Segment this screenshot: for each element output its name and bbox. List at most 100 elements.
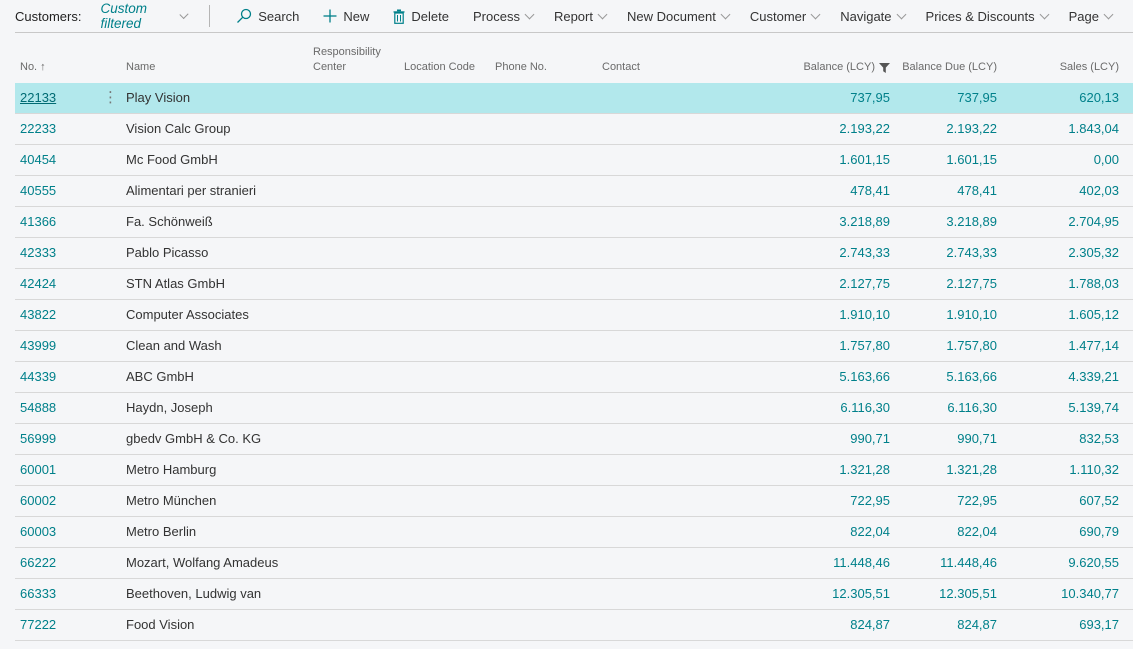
table-row[interactable]: 60001 Metro Hamburg 1.321,28 1.321,28 1.110,… — [15, 455, 1133, 486]
balance-value[interactable]: 12.305,51 — [832, 579, 890, 609]
customer-no-link[interactable]: 60002 — [20, 486, 56, 516]
sales-value[interactable]: 4.339,21 — [1068, 362, 1119, 392]
column-header-balance-due[interactable]: Balance Due (LCY) — [902, 60, 997, 75]
table-row[interactable]: 60003 Metro Berlin 822,04 822,04 690,79 — [15, 517, 1133, 548]
table-row[interactable]: 66222 Mozart, Wolfang Amadeus 11.448,46 11.… — [15, 548, 1133, 579]
balance-value[interactable]: 1.321,28 — [839, 455, 890, 485]
sales-value[interactable]: 5.139,74 — [1068, 393, 1119, 423]
column-header-no[interactable]: No. ↑ — [20, 60, 46, 75]
customer-no-link[interactable]: 40454 — [20, 145, 56, 175]
sales-value[interactable]: 1.605,12 — [1068, 300, 1119, 330]
sales-value[interactable]: 1.110,32 — [1069, 455, 1119, 485]
balance-due-value[interactable]: 11.448,46 — [940, 548, 997, 578]
sales-value[interactable]: 693,17 — [1079, 610, 1119, 640]
table-row[interactable]: 40454 Mc Food GmbH 1.601,15 1.601,15 0,00 — [15, 145, 1133, 176]
balance-value[interactable]: 2.193,22 — [839, 114, 890, 144]
view-selector[interactable]: Custom filtered — [100, 1, 189, 31]
customer-no-link[interactable]: 22133 — [20, 83, 56, 113]
column-header-location-code[interactable]: Location Code — [404, 60, 475, 75]
balance-due-value[interactable]: 722,95 — [957, 486, 997, 516]
table-row[interactable]: 66333 Beethoven, Ludwig van 12.305,51 12.30… — [15, 579, 1133, 610]
column-header-sales[interactable]: Sales (LCY) — [1060, 60, 1119, 75]
sales-value[interactable]: 0,00 — [1094, 145, 1119, 175]
menu-customer[interactable]: Customer — [750, 9, 821, 24]
customer-no-link[interactable]: 43999 — [20, 331, 56, 361]
balance-due-value[interactable]: 478,41 — [957, 176, 997, 206]
customer-no-link[interactable]: 66222 — [20, 548, 56, 578]
customer-no-link[interactable]: 66333 — [20, 579, 56, 609]
balance-value[interactable]: 478,41 — [850, 176, 890, 206]
balance-value[interactable]: 1.757,80 — [839, 331, 890, 361]
new-button[interactable]: New — [323, 9, 369, 24]
balance-value[interactable]: 11.448,46 — [833, 548, 890, 578]
sales-value[interactable]: 10.340,77 — [1061, 579, 1119, 609]
customer-no-link[interactable]: 44339 — [20, 362, 56, 392]
balance-due-value[interactable]: 824,87 — [957, 610, 997, 640]
balance-due-value[interactable]: 2.743,33 — [946, 238, 997, 268]
balance-due-value[interactable]: 1.321,28 — [946, 455, 997, 485]
balance-value[interactable]: 722,95 — [850, 486, 890, 516]
table-row[interactable]: 22233 Vision Calc Group 2.193,22 2.193,22 1.… — [15, 114, 1133, 145]
balance-due-value[interactable]: 5.163,66 — [946, 362, 997, 392]
customer-no-link[interactable]: 54888 — [20, 393, 56, 423]
table-row[interactable]: 56999 gbedv GmbH & Co. KG 990,71 990,71 832,… — [15, 424, 1133, 455]
customer-no-link[interactable]: 41366 — [20, 207, 56, 237]
balance-value[interactable]: 2.743,33 — [839, 238, 890, 268]
balance-due-value[interactable]: 1.601,15 — [946, 145, 997, 175]
column-header-phone-no[interactable]: Phone No. — [495, 60, 547, 75]
column-header-name[interactable]: Name — [126, 60, 155, 75]
table-row[interactable]: 54888 Haydn, Joseph 6.116,30 6.116,30 5.139,… — [15, 393, 1133, 424]
balance-due-value[interactable]: 1.910,10 — [946, 300, 997, 330]
customer-no-link[interactable]: 42333 — [20, 238, 56, 268]
sales-value[interactable]: 2.704,95 — [1068, 207, 1119, 237]
table-row[interactable]: 41366 Fa. Schönweiß 3.218,89 3.218,89 2.704,… — [15, 207, 1133, 238]
sales-value[interactable]: 832,53 — [1079, 424, 1119, 454]
balance-due-value[interactable]: 3.218,89 — [946, 207, 997, 237]
sales-value[interactable]: 1.477,14 — [1068, 331, 1119, 361]
customer-no-link[interactable]: 77222 — [20, 610, 56, 640]
balance-value[interactable]: 5.163,66 — [839, 362, 890, 392]
balance-value[interactable]: 1.910,10 — [839, 300, 890, 330]
delete-button[interactable]: Delete — [393, 9, 449, 24]
column-header-balance[interactable]: Balance (LCY) — [803, 60, 890, 75]
table-row[interactable]: 42424 STN Atlas GmbH 2.127,75 2.127,75 1.788… — [15, 269, 1133, 300]
customer-no-link[interactable]: 22233 — [20, 114, 56, 144]
balance-due-value[interactable]: 822,04 — [957, 517, 997, 547]
balance-due-value[interactable]: 2.127,75 — [946, 269, 997, 299]
sales-value[interactable]: 690,79 — [1079, 517, 1119, 547]
sales-value[interactable]: 1.788,03 — [1068, 269, 1119, 299]
balance-due-value[interactable]: 6.116,30 — [947, 393, 997, 423]
table-row[interactable]: 43999 Clean and Wash 1.757,80 1.757,80 1.477… — [15, 331, 1133, 362]
balance-value[interactable]: 990,71 — [850, 424, 890, 454]
column-header-contact[interactable]: Contact — [602, 60, 640, 75]
search-button[interactable]: Search — [236, 8, 299, 24]
column-header-responsibility-center[interactable]: Responsibility Center — [313, 45, 381, 75]
table-row[interactable]: 77222 Food Vision 824,87 824,87 693,17 — [15, 610, 1133, 641]
sales-value[interactable]: 1.843,04 — [1068, 114, 1119, 144]
customer-no-link[interactable]: 40555 — [20, 176, 56, 206]
sales-value[interactable]: 2.305,32 — [1068, 238, 1119, 268]
menu-navigate[interactable]: Navigate — [840, 9, 906, 24]
table-row[interactable]: 43822 Computer Associates 1.910,10 1.910,10… — [15, 300, 1133, 331]
table-row[interactable]: 60002 Metro München 722,95 722,95 607,52 — [15, 486, 1133, 517]
menu-page[interactable]: Page — [1069, 9, 1114, 24]
sales-value[interactable]: 620,13 — [1079, 83, 1119, 113]
customer-no-link[interactable]: 42424 — [20, 269, 56, 299]
balance-value[interactable]: 737,95 — [850, 83, 890, 113]
balance-due-value[interactable]: 990,71 — [957, 424, 997, 454]
sales-value[interactable]: 402,03 — [1079, 176, 1119, 206]
table-row[interactable]: 42333 Pablo Picasso 2.743,33 2.743,33 2.305,… — [15, 238, 1133, 269]
table-row[interactable]: 44339 ABC GmbH 5.163,66 5.163,66 4.339,21 — [15, 362, 1133, 393]
menu-new-document[interactable]: New Document — [627, 9, 731, 24]
menu-prices-discounts[interactable]: Prices & Discounts — [926, 9, 1050, 24]
customer-no-link[interactable]: 56999 — [20, 424, 56, 454]
balance-due-value[interactable]: 1.757,80 — [946, 331, 997, 361]
sales-value[interactable]: 9.620,55 — [1068, 548, 1119, 578]
sales-value[interactable]: 607,52 — [1079, 486, 1119, 516]
customer-no-link[interactable]: 60001 — [20, 455, 56, 485]
table-row[interactable]: 22133 ⋮ Play Vision 737,95 737,95 620,13 — [15, 83, 1133, 114]
balance-value[interactable]: 3.218,89 — [839, 207, 890, 237]
balance-value[interactable]: 1.601,15 — [839, 145, 890, 175]
table-row[interactable]: 40555 Alimentari per stranieri 478,41 478,4… — [15, 176, 1133, 207]
balance-value[interactable]: 2.127,75 — [839, 269, 890, 299]
